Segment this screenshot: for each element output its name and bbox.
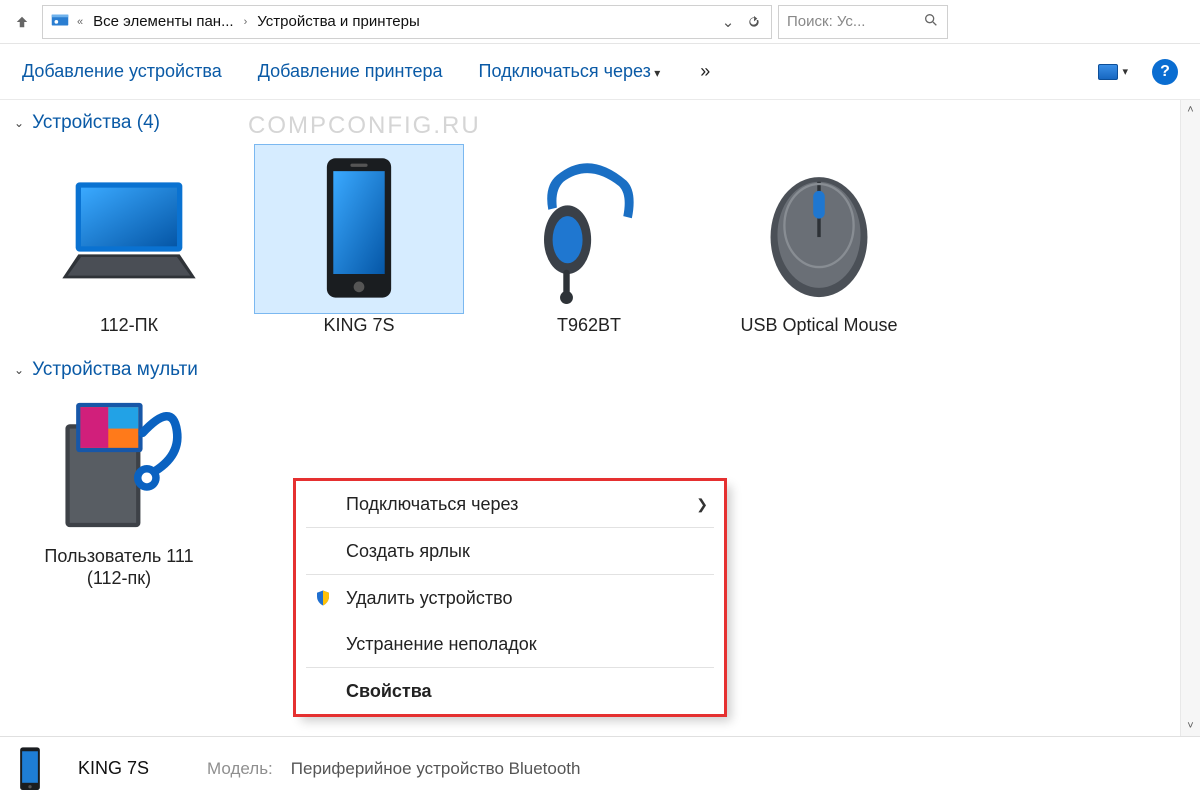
menu-item-create-shortcut[interactable]: Создать ярлык	[296, 528, 724, 574]
search-placeholder: Поиск: Ус...	[787, 13, 917, 30]
details-model-label: Модель:	[207, 759, 273, 779]
device-label: Пользователь 111 (112-пк)	[24, 545, 214, 590]
nav-up-button[interactable]	[8, 8, 36, 36]
device-label: T962BT	[484, 314, 694, 337]
menu-item-connect-via[interactable]: Подключаться через ❯	[296, 481, 724, 527]
breadcrumb-back-icon: «	[77, 16, 83, 28]
content-area: COMPCONFIG.RU ⌄ Устройства (4) 112-ПК	[0, 100, 1200, 736]
search-icon	[923, 12, 939, 32]
menu-item-troubleshoot[interactable]: Устранение неполадок	[296, 621, 724, 667]
chevron-down-icon: ⌄	[14, 116, 24, 130]
group-title: Устройства (4)	[32, 112, 160, 134]
phone-icon	[14, 746, 60, 792]
menu-item-properties[interactable]: Свойства	[296, 668, 724, 714]
chevron-right-icon: ›	[244, 16, 248, 28]
command-bar: Добавление устройства Добавление принтер…	[0, 44, 1200, 100]
device-label: 112-ПК	[24, 314, 234, 337]
breadcrumb[interactable]: « Все элементы пан... › Устройства и при…	[42, 5, 772, 39]
breadcrumb-item[interactable]: Все элементы пан...	[89, 13, 237, 30]
group-header-devices[interactable]: ⌄ Устройства (4)	[0, 100, 1200, 138]
connect-via-dropdown[interactable]: Подключаться через	[479, 61, 661, 82]
breadcrumb-dropdown-icon[interactable]: ⌄	[717, 11, 739, 33]
menu-item-label: Подключаться через	[346, 494, 518, 515]
up-arrow-icon	[13, 13, 31, 31]
device-item-media-user[interactable]: Пользователь 111 (112-пк)	[24, 385, 214, 590]
search-input[interactable]: Поиск: Ус...	[778, 5, 948, 39]
submenu-arrow-icon: ❯	[696, 496, 708, 513]
menu-item-label: Удалить устройство	[346, 588, 512, 609]
shield-icon	[312, 589, 334, 607]
media-server-icon	[44, 390, 194, 540]
chevron-down-icon: ⌄	[14, 363, 24, 377]
details-model-value: Периферийное устройство Bluetooth	[291, 759, 581, 779]
add-device-button[interactable]: Добавление устройства	[22, 61, 222, 82]
view-mode-button[interactable]: ▾	[1098, 64, 1128, 80]
group-header-multimedia[interactable]: ⌄ Устройства мульти	[0, 347, 1200, 385]
device-item-pc[interactable]: 112-ПК	[24, 144, 234, 337]
breadcrumb-item[interactable]: Устройства и принтеры	[253, 13, 423, 30]
help-button[interactable]: ?	[1152, 59, 1178, 85]
chevron-down-icon: ▾	[1122, 65, 1128, 78]
scroll-down-icon[interactable]: ˅	[1181, 716, 1200, 736]
phone-icon	[309, 154, 409, 304]
overflow-button[interactable]: »	[696, 61, 714, 82]
mouse-icon	[754, 154, 884, 304]
device-item-mouse[interactable]: USB Optical Mouse	[714, 144, 924, 337]
scrollbar-track[interactable]	[1181, 120, 1200, 716]
menu-item-label: Создать ярлык	[346, 541, 470, 562]
menu-item-remove-device[interactable]: Удалить устройство	[296, 575, 724, 621]
device-item-headset[interactable]: T962BT	[484, 144, 694, 337]
group-title: Устройства мульти	[32, 359, 198, 381]
address-bar: « Все элементы пан... › Устройства и при…	[0, 0, 1200, 44]
help-icon: ?	[1160, 63, 1170, 81]
menu-item-label: Свойства	[346, 681, 432, 702]
scroll-up-icon[interactable]: ˄	[1181, 100, 1200, 120]
details-device-name: KING 7S	[78, 758, 149, 779]
add-printer-button[interactable]: Добавление принтера	[258, 61, 443, 82]
context-menu: Подключаться через ❯ Создать ярлык Удали…	[295, 480, 725, 715]
bluetooth-headset-icon	[524, 154, 654, 304]
refresh-icon[interactable]	[743, 11, 765, 33]
thumbnail-icon	[1098, 64, 1118, 80]
laptop-icon	[49, 169, 209, 289]
vertical-scrollbar[interactable]: ˄ ˅	[1180, 100, 1200, 736]
menu-item-label: Устранение неполадок	[346, 634, 537, 655]
device-label: KING 7S	[254, 314, 464, 337]
devices-grid: 112-ПК KING 7S	[0, 138, 1200, 347]
device-item-phone[interactable]: KING 7S	[254, 144, 464, 337]
details-pane: KING 7S Модель: Периферийное устройство …	[0, 736, 1200, 800]
device-label: USB Optical Mouse	[714, 314, 924, 337]
control-panel-icon	[49, 9, 71, 35]
